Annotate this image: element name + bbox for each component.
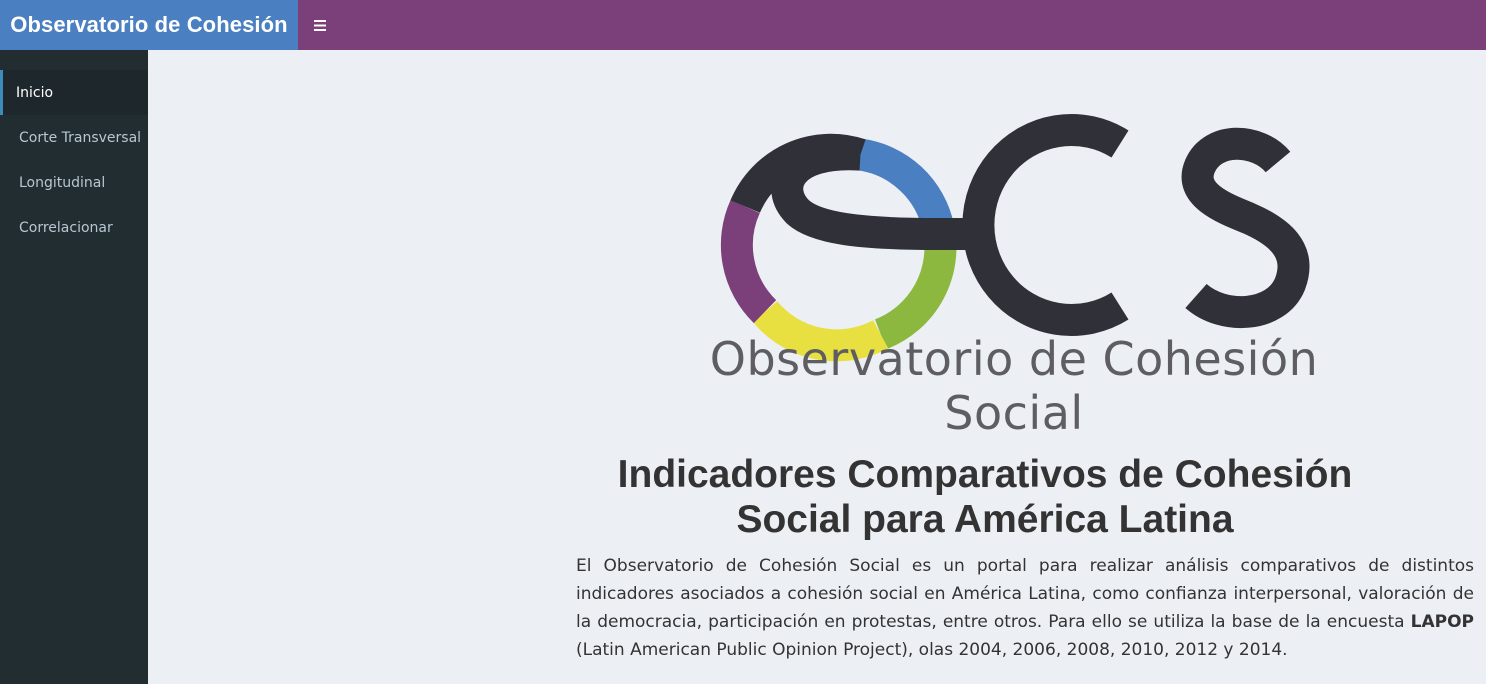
sidebar-item-label: Corte Transversal <box>19 129 142 146</box>
sidebar-item-longitudinal[interactable]: Longitudinal <box>0 160 148 205</box>
sidebar-toggle-button[interactable] <box>298 0 342 50</box>
sidebar-item-label: Inicio <box>16 84 54 101</box>
sidebar: Inicio Corte Transversal Longitudinal Co… <box>0 50 148 684</box>
hamburger-menu-icon <box>314 19 326 31</box>
description-paragraph: El Observatorio de Cohesión Social es un… <box>576 552 1474 664</box>
main-content: Observatorio de Cohesión Social Indicado… <box>148 50 1486 684</box>
sidebar-item-inicio[interactable]: Inicio <box>0 70 148 115</box>
lapop-label: LAPOP <box>1410 612 1474 632</box>
description-text-2: (Latin American Public Opinion Project),… <box>576 640 1288 660</box>
top-navbar <box>298 0 1486 50</box>
sidebar-item-label: Longitudinal <box>19 174 106 191</box>
page-title: Indicadores Comparativos de Cohesión Soc… <box>617 453 1353 541</box>
logo-text: Observatorio de Cohesión Social <box>709 332 1319 440</box>
brand-title[interactable]: Observatorio de Cohesión <box>0 0 298 50</box>
app-header: Observatorio de Cohesión <box>0 0 1486 50</box>
description-text-1: El Observatorio de Cohesión Social es un… <box>576 556 1474 632</box>
sidebar-item-correlacionar[interactable]: Correlacionar <box>0 205 148 250</box>
sidebar-item-corte-transversal[interactable]: Corte Transversal <box>0 115 148 160</box>
sidebar-item-label: Correlacionar <box>19 219 113 236</box>
